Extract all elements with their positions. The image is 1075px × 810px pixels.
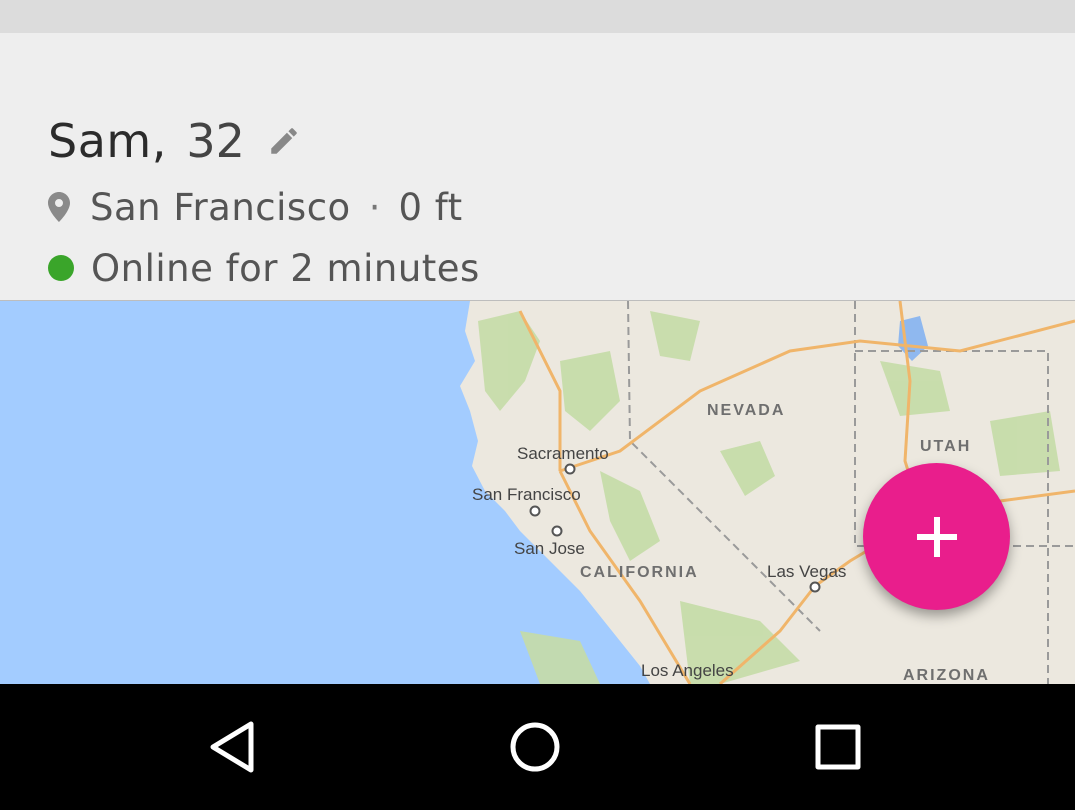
status-bar: [0, 0, 1075, 33]
map-state-label: CALIFORNIA: [580, 564, 699, 581]
map-city-label: San Francisco: [472, 485, 581, 504]
home-button[interactable]: [495, 714, 575, 780]
profile-name: Sam: [48, 114, 152, 168]
online-status-text: Online for 2 minutes: [91, 246, 480, 290]
back-triangle-icon: [210, 721, 254, 773]
map-city-label: San Jose: [514, 539, 585, 558]
recents-button[interactable]: [798, 714, 878, 780]
pencil-icon[interactable]: [267, 124, 301, 158]
recents-square-icon: [815, 724, 861, 770]
map-city-label: Sacramento: [517, 444, 609, 463]
map-city-label: Las Vegas: [767, 562, 846, 581]
location-separator: ·: [368, 185, 381, 229]
profile-age: 32: [186, 114, 245, 168]
map-state-label: ARIZONA: [903, 667, 990, 684]
location-row: San Francisco · 0 ft: [48, 185, 463, 229]
map-city-label: Los Angeles: [641, 661, 734, 680]
name-comma: ,: [151, 114, 167, 168]
map-state-label: UTAH: [920, 438, 971, 455]
home-circle-icon: [510, 722, 560, 772]
map-state-label: NEVADA: [707, 402, 785, 419]
plus-icon: [916, 516, 957, 557]
profile-card: Sam , 32 San Francisco · 0 ft Online for…: [0, 33, 1075, 301]
distance-text: 0 ft: [398, 185, 463, 229]
add-button[interactable]: [863, 463, 1010, 610]
navigation-bar: [0, 684, 1075, 810]
online-status-row: Online for 2 minutes: [48, 246, 480, 290]
online-status-dot: [48, 255, 74, 281]
location-text: San Francisco: [90, 185, 351, 229]
back-button[interactable]: [192, 714, 272, 780]
name-row: Sam , 32: [48, 111, 301, 171]
map-pin-icon: [48, 192, 70, 222]
